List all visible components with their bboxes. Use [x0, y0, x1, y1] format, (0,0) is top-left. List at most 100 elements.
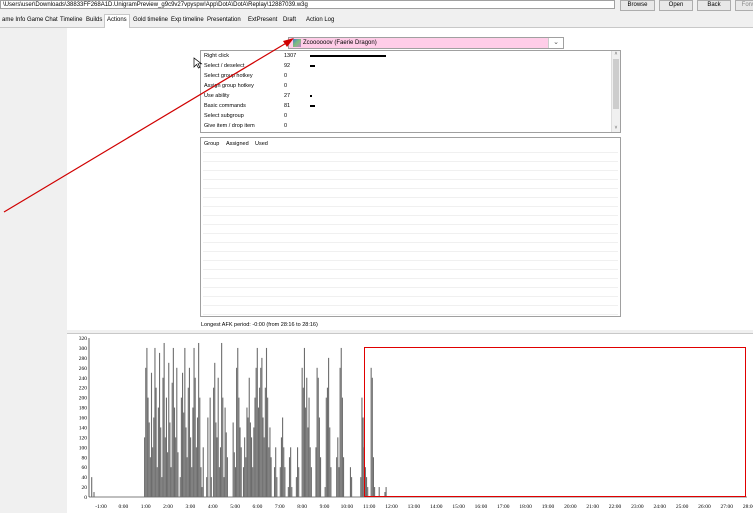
chart-bar [160, 427, 162, 497]
chart-bar [261, 357, 263, 497]
col-header-group[interactable]: Group [204, 141, 219, 147]
chart-bar [316, 367, 318, 497]
chart-bar [153, 417, 155, 497]
replay-path-field[interactable]: \Users\user\Downloads\38833FF268A1D.Unig… [0, 0, 615, 9]
chart-bar [198, 342, 200, 497]
x-tick-label: 13:00 [408, 504, 421, 510]
scroll-down-icon[interactable]: ˅ [612, 125, 620, 132]
chart-bar [341, 397, 343, 497]
chart-bar [240, 447, 242, 497]
tab-action-log[interactable]: Action Log [304, 15, 336, 27]
table-row [203, 179, 618, 180]
action-count: 0 [284, 113, 288, 119]
player-select[interactable]: Zcoooooov (Faerie Dragon) ⌄ [288, 37, 564, 49]
chart-bar [194, 377, 196, 497]
chart-bar [315, 447, 317, 497]
chart-bar [287, 487, 289, 497]
tab-draft[interactable]: Draft [281, 15, 298, 27]
chart-bar [169, 422, 171, 497]
tab-builds[interactable]: Builds [84, 15, 104, 27]
chart-bar [263, 437, 265, 497]
back-button[interactable]: Back [697, 0, 731, 11]
chart-bar [217, 377, 219, 497]
scroll-thumb[interactable] [613, 59, 619, 109]
chart-bar [161, 477, 163, 497]
chart-bar [264, 387, 266, 497]
y-tick-label: 100 [79, 445, 88, 451]
chart-bar [175, 437, 177, 497]
player-select-value: Zcoooooov (Faerie Dragon) [303, 40, 377, 46]
chart-bar [268, 447, 270, 497]
table-row [203, 242, 618, 243]
chart-bar [157, 407, 159, 497]
chart-bar [173, 407, 176, 497]
y-tick-label: 160 [79, 416, 88, 422]
x-tick-label: 21:00 [586, 504, 599, 510]
action-label: Select group hotkey [204, 73, 253, 79]
tab-extpresent[interactable]: ExtPresent [246, 15, 279, 27]
y-tick-label: 60 [82, 465, 88, 471]
chart-bar [302, 387, 304, 497]
table-row [203, 296, 618, 297]
action-count-bar [310, 95, 312, 97]
chart-bar [196, 417, 199, 497]
chart-bar [237, 347, 239, 497]
browse-button[interactable]: Browse [620, 0, 655, 11]
chart-bar [162, 377, 164, 497]
chart-bar [282, 417, 284, 497]
tab-exp-timeline[interactable]: Exp timeline [169, 15, 206, 27]
tab-presentation[interactable]: Presentation [205, 15, 243, 27]
chart-bar [149, 457, 151, 497]
scroll-up-icon[interactable]: ˄ [612, 51, 620, 58]
tab-actions[interactable]: Actions [104, 14, 130, 29]
tab-gold-timeline[interactable]: Gold timeline [131, 15, 170, 27]
y-tick-label: 240 [79, 376, 88, 382]
chart-bar [148, 422, 150, 497]
tab-timeline[interactable]: Timeline [58, 15, 84, 27]
chart-bar [225, 432, 227, 497]
table-row [203, 251, 618, 252]
tab-game-chat[interactable]: Game Chat [25, 15, 60, 27]
chart-bar [295, 477, 297, 497]
forward-button[interactable]: Forwa [735, 0, 753, 11]
open-button[interactable]: Open [659, 0, 693, 11]
chart-bar [200, 467, 202, 497]
chart-bar [236, 367, 238, 497]
chart-bar [177, 452, 179, 497]
chart-bar [224, 407, 226, 497]
chart-bar [306, 377, 308, 497]
chart-bar [265, 347, 268, 497]
chevron-down-icon[interactable]: ⌄ [548, 38, 563, 48]
chart-bar [190, 437, 192, 497]
chart-bar [298, 467, 300, 497]
y-tick-label: 140 [79, 425, 88, 431]
chart-bar [221, 342, 223, 497]
chart-bar [259, 387, 261, 497]
x-tick-label: 19:00 [542, 504, 555, 510]
chart-bar [201, 487, 203, 497]
chart-bar [269, 427, 271, 497]
action-label: Use ability [204, 93, 230, 99]
chart-bar [290, 447, 292, 497]
chart-bar [218, 467, 220, 497]
x-tick-label: 14:00 [430, 504, 443, 510]
chart-bar [283, 447, 285, 497]
action-count: 0 [284, 83, 288, 89]
tab-game-info[interactable]: ame Info [0, 15, 27, 27]
chart-bar [154, 347, 156, 497]
action-count: 0 [284, 73, 288, 79]
action-count: 92 [284, 63, 291, 69]
col-header-assigned[interactable]: Assigned [226, 141, 249, 147]
col-header-used[interactable]: Used [255, 141, 268, 147]
actions-scrollbar[interactable]: ˄ ˅ [611, 51, 620, 132]
table-row [203, 152, 618, 153]
chart-bar [280, 437, 282, 497]
chart-bar [168, 362, 170, 497]
x-tick-label: 3:00 [186, 504, 196, 510]
chart-bar [163, 342, 165, 497]
chart-bar [255, 367, 257, 497]
chart-bar [247, 417, 249, 497]
chart-bar [179, 477, 181, 497]
chart-bar [186, 457, 188, 497]
table-row [203, 206, 618, 207]
